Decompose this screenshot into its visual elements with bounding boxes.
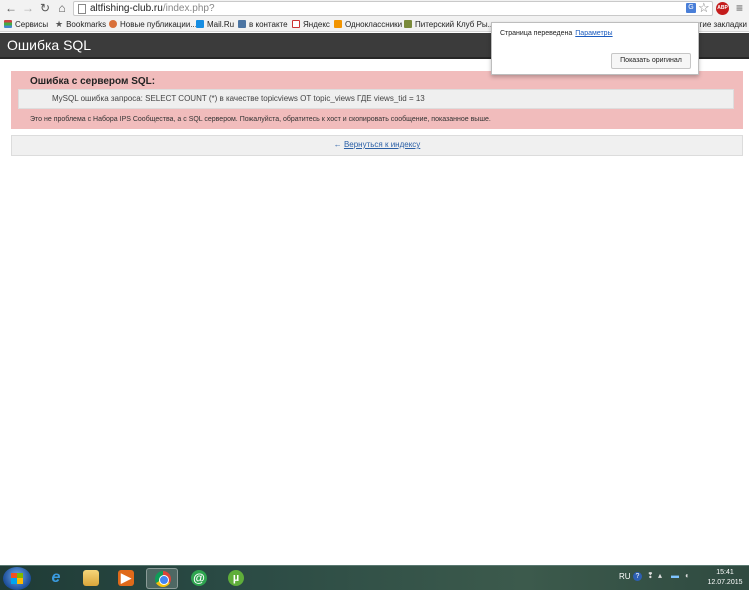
bookmark-new-publications[interactable]: Новые публикации... bbox=[109, 18, 197, 31]
publications-icon bbox=[109, 20, 117, 28]
windows-taskbar: e ▶ @ µ RU ? ❢ ▴ ▬ ◐ 15:41 12.07.2015 bbox=[0, 565, 749, 590]
browser-toolbar: ← → ↻ ⌂ altfishing-club.ru/index.php? G … bbox=[0, 0, 749, 17]
internet-explorer-button[interactable]: e bbox=[40, 568, 72, 589]
chrome-button[interactable] bbox=[146, 568, 178, 589]
error-note: Это не проблема с Набора IPS Сообщества,… bbox=[30, 116, 491, 123]
bookmark-odnoklassniki[interactable]: Одноклассники bbox=[334, 18, 402, 31]
network-icon[interactable]: ❢ bbox=[647, 571, 654, 580]
windows-explorer-button[interactable] bbox=[75, 568, 107, 589]
clock[interactable]: 15:41 12.07.2015 bbox=[703, 568, 747, 588]
page-title: Ошибка SQL bbox=[7, 37, 92, 53]
apps-icon bbox=[4, 20, 12, 28]
system-tray: RU ? ❢ ▴ ▬ ◐ 15:41 12.07.2015 bbox=[613, 566, 749, 591]
utorrent-icon: µ bbox=[228, 570, 244, 586]
error-title: Ошибка с сервером SQL: bbox=[30, 76, 156, 87]
query-box: MySQL ошибка запроса: SELECT COUNT (*) в… bbox=[18, 89, 734, 109]
bookmark-mailru[interactable]: Mail.Ru bbox=[196, 18, 234, 31]
bookmark-other[interactable]: угие закладки bbox=[695, 18, 747, 31]
translate-message: Страница переведена Параметры bbox=[500, 30, 613, 37]
url-text: altfishing-club.ru/index.php? bbox=[90, 3, 215, 14]
translate-params-link[interactable]: Параметры bbox=[575, 30, 612, 37]
back-arrow-icon[interactable]: ← bbox=[4, 1, 18, 15]
internet-explorer-icon: e bbox=[51, 569, 61, 586]
clock-time: 15:41 bbox=[716, 569, 734, 576]
back-arrow-icon: ← bbox=[333, 140, 342, 149]
back-to-index-link[interactable]: ← Вернуться к индексу bbox=[334, 140, 421, 149]
folder-icon bbox=[83, 570, 99, 586]
show-original-button[interactable]: Показать оригинал bbox=[611, 53, 691, 69]
address-bar[interactable]: altfishing-club.ru/index.php? bbox=[73, 1, 713, 16]
volume-icon[interactable]: ◐ bbox=[685, 571, 690, 580]
translate-popup: Страница переведена Параметры Показать ор… bbox=[491, 22, 699, 75]
fish-icon bbox=[404, 20, 412, 28]
bookmark-vkontakte[interactable]: в контакте bbox=[238, 18, 288, 31]
vk-icon bbox=[238, 20, 246, 28]
star-icon[interactable]: ☆ bbox=[698, 0, 710, 15]
translate-icon[interactable]: G bbox=[686, 3, 696, 13]
query-text: MySQL ошибка запроса: SELECT COUNT (*) в… bbox=[52, 94, 425, 103]
language-indicator[interactable]: RU bbox=[619, 572, 631, 581]
clock-date: 12.07.2015 bbox=[707, 579, 743, 586]
bookmark-services[interactable]: Сервисы bbox=[4, 18, 48, 31]
media-player-button[interactable]: ▶ bbox=[110, 568, 142, 589]
mailru-icon bbox=[196, 20, 204, 28]
utorrent-button[interactable]: µ bbox=[220, 568, 252, 589]
error-box: Ошибка с сервером SQL: MySQL ошибка запр… bbox=[11, 71, 743, 129]
yandex-icon bbox=[292, 20, 300, 28]
at-sign-icon: @ bbox=[191, 570, 207, 586]
show-hidden-icons-icon[interactable]: ▴ bbox=[658, 571, 662, 580]
menu-icon[interactable]: ≡ bbox=[736, 1, 743, 15]
start-button[interactable] bbox=[3, 567, 31, 590]
bookmark-yandex[interactable]: Яндекс bbox=[292, 18, 330, 31]
star-icon: ★ bbox=[55, 19, 64, 29]
adblock-icon[interactable]: ABP bbox=[716, 2, 729, 15]
help-icon[interactable]: ? bbox=[633, 572, 642, 581]
display-icon[interactable]: ▬ bbox=[671, 571, 679, 580]
chrome-icon bbox=[155, 571, 171, 587]
bookmark-piter-club[interactable]: Питерский Клуб Ры... bbox=[404, 18, 494, 31]
mail-agent-button[interactable]: @ bbox=[183, 568, 215, 589]
page-icon bbox=[78, 4, 86, 14]
windows-logo-icon bbox=[11, 573, 23, 584]
reload-icon[interactable]: ↻ bbox=[38, 1, 52, 15]
bookmark-bookmarks[interactable]: ★ Bookmarks bbox=[55, 18, 106, 31]
home-icon[interactable]: ⌂ bbox=[55, 1, 69, 15]
forward-arrow-icon[interactable]: → bbox=[21, 1, 35, 15]
play-icon: ▶ bbox=[118, 570, 134, 586]
odnoklassniki-icon bbox=[334, 20, 342, 28]
back-box: ← Вернуться к индексу bbox=[11, 135, 743, 156]
